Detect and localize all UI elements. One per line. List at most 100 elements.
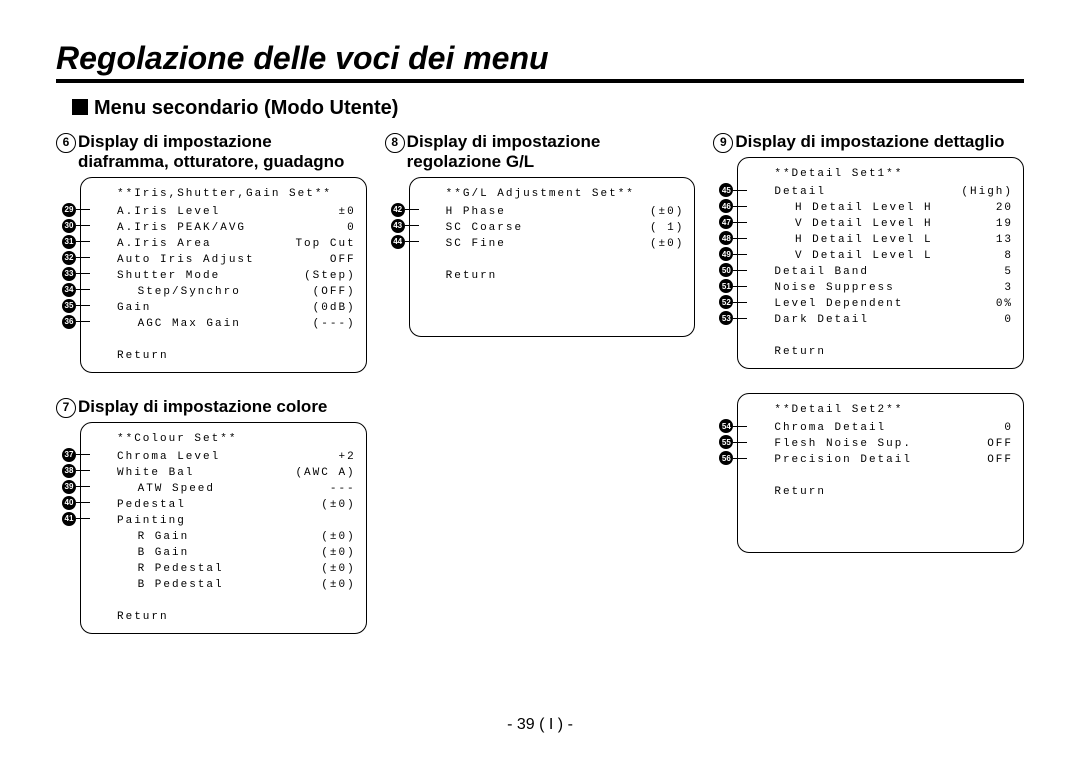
row-label: Auto Iris Adjust: [117, 252, 324, 268]
menu-row: Dark Detail0: [774, 312, 1013, 328]
marker-line: [733, 238, 747, 239]
marker-line: [405, 225, 419, 226]
row-value: (±0): [315, 529, 355, 545]
row-label: B Gain: [129, 545, 315, 561]
row-label: R Pedestal: [129, 561, 315, 577]
marker-number: 52: [719, 295, 733, 309]
marker-line: [733, 302, 747, 303]
row-label: B Pedestal: [129, 577, 315, 593]
row-label: H Detail Level L: [786, 232, 989, 248]
menu-row: H Detail Level L13: [774, 232, 1013, 248]
marker-line: [405, 209, 419, 210]
panel-header: **Detail Set2**: [774, 404, 1013, 416]
row-label: Painting: [117, 513, 350, 529]
page-title: Regolazione delle voci dei menu: [56, 40, 1024, 83]
row-value: ---: [324, 481, 356, 497]
marker-number: 31: [62, 235, 76, 249]
menu-row: Detail(High): [774, 184, 1013, 200]
row-marker: 56: [719, 451, 747, 465]
row-marker: 46: [719, 199, 747, 213]
menu-row: SC Fine(±0): [446, 236, 685, 252]
row-marker: 41: [62, 512, 90, 526]
marker-number: 54: [719, 419, 733, 433]
marker-number: 30: [62, 219, 76, 233]
panel-header: **Detail Set1**: [774, 168, 1013, 180]
marker-line: [733, 222, 747, 223]
marker-line: [76, 225, 90, 226]
row-label: SC Coarse: [446, 220, 644, 236]
section-subhead: Menu secondario (Modo Utente): [72, 97, 1024, 120]
row-value: 3: [998, 280, 1013, 296]
panel-detail2: **Detail Set2**Chroma Detail0Flesh Noise…: [737, 393, 1024, 553]
panel-header: **G/L Adjustment Set**: [446, 188, 685, 200]
col-left: 6 Display di impostazione diaframma, ott…: [56, 132, 367, 634]
row-marker: 34: [62, 283, 90, 297]
sect9-label: Display di impostazione dettaglio: [735, 132, 1004, 152]
marker-number: 55: [719, 435, 733, 449]
marker-number: 43: [391, 219, 405, 233]
row-marker: 48: [719, 231, 747, 245]
marker-number: 39: [62, 480, 76, 494]
row-marker: 51: [719, 279, 747, 293]
marker-line: [76, 321, 90, 322]
marker-number: 47: [719, 215, 733, 229]
marker-number: 48: [719, 231, 733, 245]
sect8-title: 8 Display di impostazione regolazione G/…: [385, 132, 696, 173]
menu-row: Noise Suppress3: [774, 280, 1013, 296]
marker-number: 51: [719, 279, 733, 293]
row-marker: 36: [62, 315, 90, 329]
row-label: Chroma Level: [117, 449, 332, 465]
row-value: OFF: [981, 452, 1013, 468]
marker-line: [733, 254, 747, 255]
menu-row: Level Dependent0%: [774, 296, 1013, 312]
row-label: White Bal: [117, 465, 289, 481]
marker-number: 38: [62, 464, 76, 478]
sect8-label: Display di impostazione regolazione G/L: [407, 132, 696, 173]
row-label: Gain: [117, 300, 307, 316]
row-value: (±0): [644, 236, 684, 252]
menu-row: Flesh Noise Sup.OFF: [774, 436, 1013, 452]
row-marker: 43: [391, 219, 419, 233]
row-value: (AWC A): [289, 465, 355, 481]
row-marker: 42: [391, 203, 419, 217]
row-label: Step/Synchro: [129, 284, 307, 300]
menu-row: B Pedestal(±0): [117, 577, 356, 593]
row-marker: 30: [62, 219, 90, 233]
menu-row: A.Iris Level±0: [117, 204, 356, 220]
panel-colour: **Colour Set**Chroma Level+2White Bal(AW…: [80, 422, 367, 634]
menu-row: ATW Speed---: [117, 481, 356, 497]
row-value: 0: [341, 220, 356, 236]
row-value: 13: [990, 232, 1013, 248]
row-label: A.Iris Area: [117, 236, 289, 252]
marker-line: [76, 289, 90, 290]
row-marker: 52: [719, 295, 747, 309]
menu-row: Detail Band5: [774, 264, 1013, 280]
sect6-label: Display di impostazione diaframma, ottur…: [78, 132, 367, 173]
row-value: [350, 513, 356, 529]
row-label: Flesh Noise Sup.: [774, 436, 981, 452]
marker-number: 50: [719, 263, 733, 277]
sect9-number: 9: [713, 133, 733, 153]
sect9-title: 9 Display di impostazione dettaglio: [713, 132, 1024, 153]
col-right: 9 Display di impostazione dettaglio **De…: [713, 132, 1024, 553]
row-value: 0: [998, 312, 1013, 328]
sect7-title: 7 Display di impostazione colore: [56, 397, 367, 418]
menu-row: Shutter Mode(Step): [117, 268, 356, 284]
marker-line: [733, 190, 747, 191]
panel-header: **Colour Set**: [117, 433, 356, 445]
row-marker: 40: [62, 496, 90, 510]
row-value: (OFF): [307, 284, 356, 300]
panel-iris: **Iris,Shutter,Gain Set**A.Iris Level±0A…: [80, 177, 367, 373]
row-marker: 47: [719, 215, 747, 229]
marker-line: [733, 426, 747, 427]
row-marker: 31: [62, 235, 90, 249]
menu-row: Pedestal(±0): [117, 497, 356, 513]
row-label: Shutter Mode: [117, 268, 298, 284]
sect7-number: 7: [56, 398, 76, 418]
marker-number: 46: [719, 199, 733, 213]
sect7-label: Display di impostazione colore: [78, 397, 327, 417]
marker-number: 35: [62, 299, 76, 313]
sect6-title: 6 Display di impostazione diaframma, ott…: [56, 132, 367, 173]
marker-line: [76, 273, 90, 274]
row-marker: 55: [719, 435, 747, 449]
